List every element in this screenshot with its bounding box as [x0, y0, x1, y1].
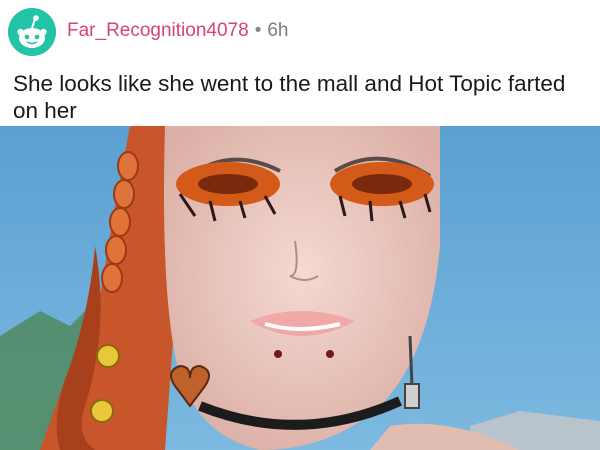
- comment-text: She looks like she went to the mall and …: [13, 71, 566, 123]
- username-link[interactable]: Far_Recognition4078: [67, 20, 249, 41]
- comment-timestamp: 6h: [267, 20, 289, 41]
- comment-meta: Far_Recognition4078 • 6h: [67, 20, 288, 42]
- comment-header: Far_Recognition4078 • 6h: [0, 0, 600, 62]
- post-photo[interactable]: [0, 126, 600, 450]
- meta-separator: •: [254, 20, 262, 41]
- photo-illustration: [0, 126, 600, 450]
- snoo-avatar-icon[interactable]: [8, 8, 56, 56]
